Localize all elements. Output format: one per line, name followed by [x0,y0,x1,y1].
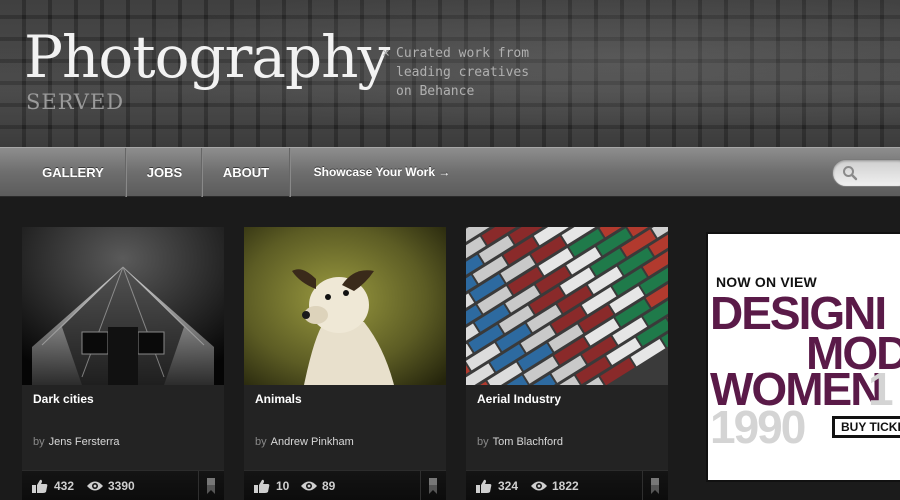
ad-year-part-2: 1990 [710,401,806,453]
byline-prefix: by [477,436,489,448]
project-author[interactable]: Andrew Pinkham [271,436,354,448]
tagline: × Curated work from leading creatives on … [382,44,552,101]
nav-separator [289,148,291,197]
project-author[interactable]: Tom Blachford [493,436,563,448]
byline-prefix: by [255,436,267,448]
containers-photo [466,227,668,385]
site-header: Photography SERVED × Curated work from le… [0,0,900,147]
tagline-line-3: on Behance [396,84,475,99]
dog-photo [244,227,446,385]
view-count: 3390 [108,479,135,493]
nav-gallery[interactable]: GALLERY [20,148,126,197]
nav-jobs[interactable]: JOBS [127,148,202,197]
tagline-text-1: Curated work from [396,46,530,61]
project-card[interactable]: Dark cities by Jens Fersterra 432 3390 [22,227,224,500]
project-stats: 432 3390 [22,470,224,500]
view-count: 89 [322,479,336,493]
project-thumbnail-animals[interactable] [244,227,446,385]
thumbs-up-icon[interactable] [254,479,270,493]
project-title[interactable]: Dark cities [33,392,94,406]
nav-showcase-your-work[interactable]: Showcase Your Work → [292,148,472,197]
project-byline: by Andrew Pinkham [255,436,354,448]
like-count: 10 [276,479,290,493]
view-count: 1822 [552,479,579,493]
eye-icon [87,481,103,491]
project-byline: by Tom Blachford [477,436,563,448]
feature-button[interactable] [420,471,446,500]
project-thumbnail-dark-cities[interactable] [22,227,224,385]
eye-icon [301,481,317,491]
project-title[interactable]: Animals [255,392,302,406]
project-stats: 324 1822 [466,470,668,500]
ad-buy-tickets-button[interactable]: BUY TICKE [832,416,900,438]
logo-title[interactable]: Photography [24,22,390,92]
project-byline: by Jens Fersterra [33,436,120,448]
building-photo [22,227,224,385]
tagline-line-1: × Curated work from [382,44,552,63]
tagline-line-2: leading creatives [396,65,530,80]
feature-button[interactable] [198,471,224,500]
close-x-mark: × [382,46,390,61]
like-count: 324 [498,479,519,493]
logo-subtitle[interactable]: SERVED [26,90,124,114]
byline-prefix: by [33,436,45,448]
project-card[interactable]: Aerial Industry by Tom Blachford 324 1822 [466,227,668,500]
search-icon [843,166,858,181]
like-count: 432 [54,479,75,493]
project-author[interactable]: Jens Fersterra [49,436,120,448]
thumbs-up-icon[interactable] [32,479,48,493]
feature-ribbon-icon [429,478,437,494]
feature-button[interactable] [642,471,668,500]
thumbs-up-icon[interactable] [476,479,492,493]
advertisement-banner[interactable]: NOW ON VIEW DESIGNI MOD WOMEN 1 1990 BUY… [706,232,900,482]
feature-ribbon-icon [651,478,659,494]
nav-about[interactable]: ABOUT [203,148,289,197]
project-card[interactable]: Animals by Andrew Pinkham 10 89 [244,227,446,500]
ad-year-part-1: 1 [868,363,894,415]
project-title[interactable]: Aerial Industry [477,392,561,406]
main-nav: GALLERY JOBS ABOUT Showcase Your Work → [0,147,900,197]
eye-icon [531,481,547,491]
project-thumbnail-aerial-industry[interactable] [466,227,668,385]
project-stats: 10 89 [244,470,446,500]
feature-ribbon-icon [207,478,215,494]
